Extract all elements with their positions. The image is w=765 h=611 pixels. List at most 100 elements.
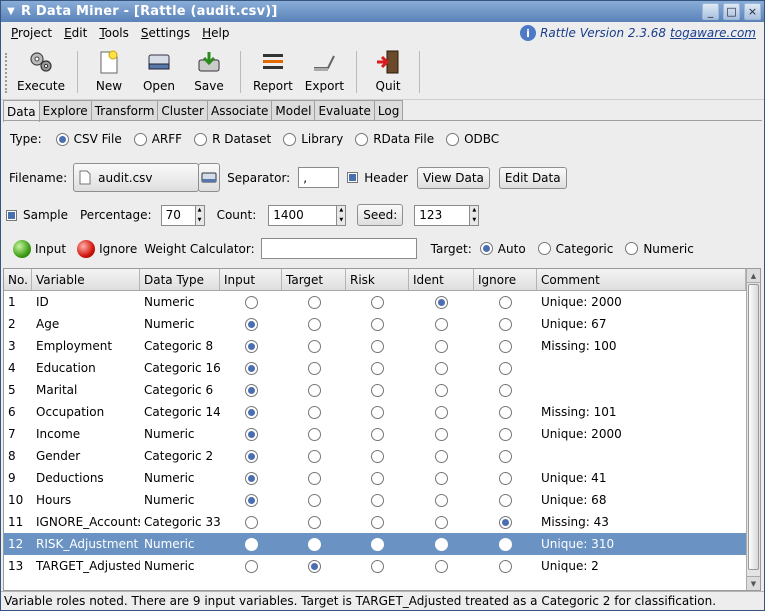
count-input[interactable]: 1400	[268, 204, 338, 226]
radio-role-risk[interactable]	[371, 339, 384, 353]
menu-help[interactable]: Help	[196, 26, 235, 40]
radio-role-target[interactable]	[307, 449, 321, 463]
report-button[interactable]: Report	[247, 45, 299, 93]
radio-arff[interactable]	[133, 132, 147, 146]
percentage-input[interactable]: 70	[160, 204, 196, 226]
tab-explore[interactable]: Explore	[38, 100, 92, 121]
target-categoric-option[interactable]: Categoric	[537, 242, 613, 256]
table-row[interactable]: 5 Marital Categoric 6	[4, 379, 746, 401]
seed-button[interactable]: Seed:	[357, 204, 404, 226]
table-row[interactable]: 10 Hours Numeric Unique: 68	[4, 489, 746, 511]
radio-role-input[interactable]	[244, 339, 258, 353]
radio-odbc[interactable]	[446, 132, 460, 146]
radio-role-target[interactable]	[307, 471, 321, 485]
radio-csv[interactable]	[55, 132, 69, 146]
type-library-option[interactable]: Library	[283, 132, 343, 146]
radio-role-risk[interactable]	[371, 427, 384, 441]
scrollbar-thumb[interactable]	[748, 284, 759, 570]
radio-role-ident[interactable]	[435, 317, 448, 331]
radio-role-target[interactable]	[307, 383, 321, 397]
scroll-down-icon[interactable]: ▼	[747, 576, 760, 590]
tab-data[interactable]: Data	[3, 100, 40, 122]
menu-settings[interactable]: Settings	[135, 26, 196, 40]
radio-role-target[interactable]	[307, 559, 321, 573]
radio-role-ignore[interactable]	[499, 361, 512, 375]
type-rdatafile-option[interactable]: RData File	[355, 132, 434, 146]
table-row[interactable]: 11 IGNORE_Accounts Categoric 33 Missing: 43	[4, 511, 746, 533]
target-numeric-option[interactable]: Numeric	[625, 242, 694, 256]
radio-role-ignore[interactable]	[499, 515, 512, 529]
window-menu-icon[interactable]: ▼	[1, 6, 21, 17]
tab-log[interactable]: Log	[373, 100, 404, 121]
column-header-risk[interactable]: Risk	[346, 269, 409, 290]
menu-edit[interactable]: Edit	[58, 26, 93, 40]
tab-model[interactable]: Model	[271, 100, 316, 121]
radio-role-target[interactable]	[307, 493, 321, 507]
column-header-target[interactable]: Target	[282, 269, 346, 290]
vertical-scrollbar[interactable]: ▲ ▼	[746, 269, 760, 590]
weight-input[interactable]	[260, 238, 417, 259]
radio-role-ignore[interactable]	[499, 295, 512, 309]
save-button[interactable]: Save	[184, 45, 234, 93]
radio-rdataset[interactable]	[194, 132, 208, 146]
radio-role-ident[interactable]	[435, 383, 448, 397]
count-spinner[interactable]: 1400 ▲ ▼	[268, 204, 347, 226]
open-button[interactable]: Open	[134, 45, 184, 93]
radio-role-input[interactable]	[244, 361, 258, 375]
radio-role-ignore[interactable]	[499, 471, 512, 485]
percentage-arrows[interactable]: ▲ ▼	[195, 204, 205, 226]
radio-role-ident[interactable]	[435, 471, 448, 485]
edit-data-button[interactable]: Edit Data	[498, 166, 567, 189]
togaware-link[interactable]: togaware.com	[670, 26, 756, 40]
radio-role-input[interactable]	[244, 449, 258, 463]
up-arrow-icon[interactable]: ▲	[470, 206, 478, 216]
radio-role-target[interactable]	[307, 515, 321, 529]
radio-role-ignore[interactable]	[499, 493, 512, 507]
radio-role-input[interactable]	[244, 405, 258, 419]
type-arff-option[interactable]: ARFF	[133, 132, 182, 146]
file-browse-button[interactable]	[198, 163, 221, 192]
down-arrow-icon[interactable]: ▼	[196, 215, 204, 225]
up-arrow-icon[interactable]: ▲	[337, 206, 345, 216]
table-row[interactable]: 12 RISK_Adjustment Numeric Unique: 310	[4, 533, 746, 555]
radio-role-input[interactable]	[244, 559, 258, 573]
radio-role-ignore[interactable]	[499, 317, 512, 331]
radio-role-ident[interactable]	[435, 449, 448, 463]
type-odbc-option[interactable]: ODBC	[446, 132, 499, 146]
radio-role-ignore[interactable]	[499, 427, 512, 441]
radio-role-target[interactable]	[307, 361, 321, 375]
view-data-button[interactable]: View Data	[416, 166, 490, 189]
column-header-data-type[interactable]: Data Type	[140, 269, 220, 290]
radio-role-target[interactable]	[307, 295, 321, 309]
radio-role-risk[interactable]	[371, 317, 384, 331]
radio-role-risk[interactable]	[371, 537, 384, 551]
radio-role-ident[interactable]	[435, 295, 448, 309]
radio-role-risk[interactable]	[371, 383, 384, 397]
radio-role-input[interactable]	[244, 427, 258, 441]
column-header-ident[interactable]: Ident	[409, 269, 474, 290]
radio-role-ident[interactable]	[435, 537, 448, 551]
down-arrow-icon[interactable]: ▼	[470, 215, 478, 225]
radio-role-input[interactable]	[244, 383, 258, 397]
header-checkbox[interactable]	[347, 172, 359, 183]
radio-role-ident[interactable]	[435, 361, 448, 375]
radio-role-ignore[interactable]	[499, 383, 512, 397]
radio-role-target[interactable]	[307, 339, 321, 353]
column-header-comment[interactable]: Comment	[537, 269, 746, 290]
table-row[interactable]: 8 Gender Categoric 2	[4, 445, 746, 467]
column-header-ignore[interactable]: Ignore	[474, 269, 537, 290]
radio-role-ignore[interactable]	[499, 449, 512, 463]
new-button[interactable]: New	[84, 45, 134, 93]
radio-role-ident[interactable]	[435, 427, 448, 441]
target-auto-option[interactable]: Auto	[479, 242, 526, 256]
radio-role-target[interactable]	[307, 537, 321, 551]
column-header-input[interactable]: Input	[220, 269, 282, 290]
menu-tools[interactable]: Tools	[93, 26, 135, 40]
radio-role-input[interactable]	[244, 515, 258, 529]
radio-role-input[interactable]	[244, 493, 258, 507]
radio-target-auto[interactable]	[479, 242, 493, 255]
radio-role-risk[interactable]	[371, 471, 384, 485]
type-csv-option[interactable]: CSV File	[55, 132, 122, 146]
radio-role-ident[interactable]	[435, 493, 448, 507]
radio-role-ignore[interactable]	[499, 537, 512, 551]
